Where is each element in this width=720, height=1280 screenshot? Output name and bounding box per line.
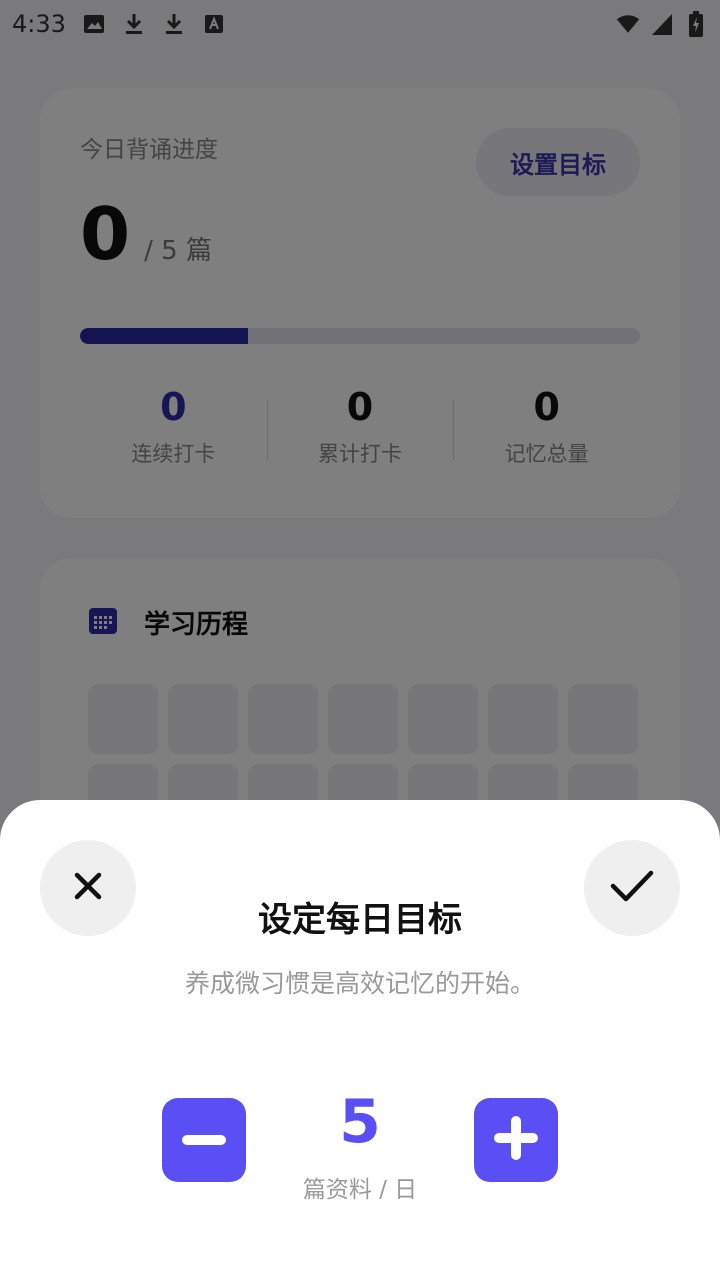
goal-value: 5 — [339, 1087, 381, 1157]
increase-button[interactable] — [474, 1098, 558, 1182]
sheet-title: 设定每日目标 — [258, 900, 462, 940]
decrease-button[interactable] — [162, 1098, 246, 1182]
sheet-subtitle: 养成微习惯是高效记忆的开始。 — [184, 969, 535, 998]
goal-unit: 篇资料 / 日 — [302, 1177, 418, 1203]
plus-icon — [492, 1114, 540, 1166]
minus-icon — [180, 1131, 228, 1150]
goal-sheet: 设定每日目标 养成微习惯是高效记忆的开始。 5 篇资料 / 日 — [0, 800, 720, 1280]
